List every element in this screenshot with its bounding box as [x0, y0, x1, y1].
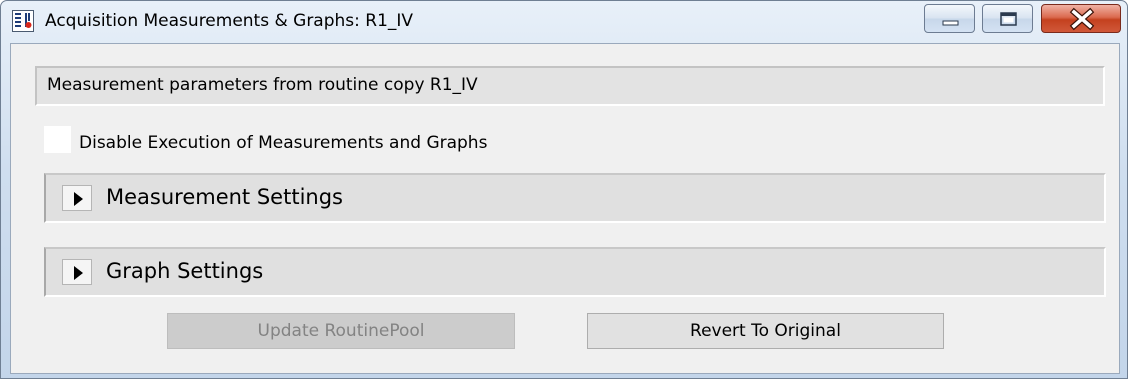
- close-button[interactable]: [1041, 4, 1121, 33]
- revert-to-original-button[interactable]: Revert To Original: [587, 313, 944, 349]
- update-routinepool-button[interactable]: Update RoutinePool: [167, 313, 515, 349]
- routine-info-field: Measurement parameters from routine copy…: [35, 66, 1105, 106]
- expand-triangle-icon: [74, 266, 83, 280]
- window-title: Acquisition Measurements & Graphs: R1_IV: [45, 11, 414, 31]
- expand-triangle-icon: [74, 192, 83, 206]
- settings-sliders-icon: [12, 10, 34, 32]
- dialog-content: Measurement parameters from routine copy…: [10, 43, 1120, 374]
- graph-settings-label[interactable]: Graph Settings: [106, 259, 263, 283]
- measurement-settings-label[interactable]: Measurement Settings: [106, 185, 343, 209]
- disable-execution-checkbox[interactable]: [44, 126, 71, 153]
- maximize-button[interactable]: [982, 4, 1033, 33]
- expand-measurement-settings-button[interactable]: [62, 185, 92, 211]
- minimize-icon: [942, 20, 959, 26]
- disable-execution-label[interactable]: Disable Execution of Measurements and Gr…: [79, 133, 487, 153]
- measurement-settings-section: Measurement Settings: [44, 173, 1106, 223]
- maximize-icon: [1000, 12, 1017, 26]
- title-bar[interactable]: Acquisition Measurements & Graphs: R1_IV: [1, 1, 1127, 43]
- expand-graph-settings-button[interactable]: [62, 259, 92, 285]
- close-icon: [1069, 7, 1095, 31]
- minimize-button[interactable]: [924, 4, 975, 33]
- graph-settings-section: Graph Settings: [44, 247, 1106, 297]
- dialog-window: Acquisition Measurements & Graphs: R1_IV…: [0, 0, 1128, 379]
